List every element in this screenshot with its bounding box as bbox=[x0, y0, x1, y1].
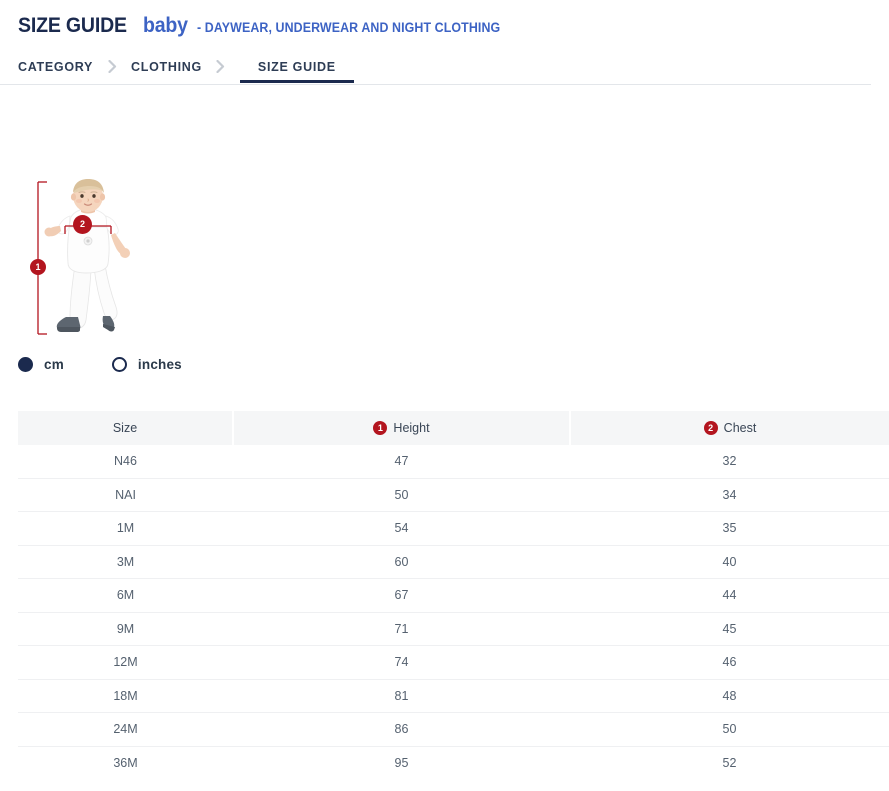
breadcrumb-item-category[interactable]: CATEGORY bbox=[18, 50, 93, 83]
cell-chest: 35 bbox=[570, 512, 889, 546]
table-row[interactable]: 18M 81 48 bbox=[18, 679, 889, 713]
column-header-height[interactable]: 1 Height bbox=[233, 411, 570, 445]
breadcrumb-item-clothing[interactable]: CLOTHING bbox=[131, 50, 202, 83]
cell-chest: 52 bbox=[570, 746, 889, 779]
table-row[interactable]: NAI 50 34 bbox=[18, 478, 889, 512]
table-row[interactable]: 12M 74 46 bbox=[18, 646, 889, 680]
cell-chest: 46 bbox=[570, 646, 889, 680]
table-row[interactable]: 6M 67 44 bbox=[18, 579, 889, 613]
cell-height: 54 bbox=[233, 512, 570, 546]
cell-size: N46 bbox=[18, 445, 233, 478]
cell-size: 6M bbox=[18, 579, 233, 613]
cell-chest: 50 bbox=[570, 713, 889, 747]
page-title-tagline: - DAYWEAR, UNDERWEAR AND NIGHT CLOTHING bbox=[197, 20, 500, 35]
cell-height: 71 bbox=[233, 612, 570, 646]
breadcrumb: CATEGORY CLOTHING SIZE GUIDE bbox=[0, 50, 871, 85]
cell-height: 60 bbox=[233, 545, 570, 579]
cell-chest: 32 bbox=[570, 445, 889, 478]
cell-size: 1M bbox=[18, 512, 233, 546]
cell-height: 86 bbox=[233, 713, 570, 747]
table-body: N46 47 32 NAI 50 34 1M 54 35 3M 60 40 6M… bbox=[18, 445, 889, 779]
cell-size: 36M bbox=[18, 746, 233, 779]
column-header-chest[interactable]: 2 Chest bbox=[570, 411, 889, 445]
cell-size: 3M bbox=[18, 545, 233, 579]
cell-height: 74 bbox=[233, 646, 570, 680]
chevron-right-icon-2 bbox=[202, 50, 240, 83]
cell-height: 67 bbox=[233, 579, 570, 613]
column-header-height-label: Height bbox=[393, 421, 429, 435]
baby-illustration: 1 2 bbox=[18, 179, 168, 339]
cell-height: 81 bbox=[233, 679, 570, 713]
page-title-main: SIZE GUIDE bbox=[18, 14, 127, 38]
unit-label-inches: inches bbox=[138, 357, 182, 372]
cell-chest: 44 bbox=[570, 579, 889, 613]
table-header: Size 1 Height 2 Chest bbox=[18, 411, 889, 445]
unit-selector: cm inches bbox=[18, 357, 182, 372]
table-row[interactable]: 1M 54 35 bbox=[18, 512, 889, 546]
column-header-chest-label: Chest bbox=[724, 421, 757, 435]
breadcrumb-item-size-guide[interactable]: SIZE GUIDE bbox=[240, 50, 354, 83]
cell-chest: 40 bbox=[570, 545, 889, 579]
cell-size: 12M bbox=[18, 646, 233, 680]
unit-option-cm[interactable]: cm bbox=[18, 357, 64, 372]
table-row[interactable]: 24M 86 50 bbox=[18, 713, 889, 747]
page-title-category: baby bbox=[143, 14, 188, 38]
table-header-row: Size 1 Height 2 Chest bbox=[18, 411, 889, 445]
height-badge-icon: 1 bbox=[373, 421, 387, 435]
measurement-marker-1: 1 bbox=[30, 259, 46, 275]
measurement-figure-area: 1 2 bbox=[0, 91, 889, 353]
cell-height: 47 bbox=[233, 445, 570, 478]
chevron-right-icon bbox=[93, 50, 131, 83]
cell-chest: 45 bbox=[570, 612, 889, 646]
page-title: SIZE GUIDE baby - DAYWEAR, UNDERWEAR AND… bbox=[18, 14, 889, 38]
cell-size: 24M bbox=[18, 713, 233, 747]
size-guide-table: Size 1 Height 2 Chest N46 47 32 bbox=[18, 411, 889, 779]
column-header-size[interactable]: Size bbox=[18, 411, 233, 445]
unit-option-inches[interactable]: inches bbox=[112, 357, 182, 372]
page-header: SIZE GUIDE baby - DAYWEAR, UNDERWEAR AND… bbox=[0, 0, 889, 38]
cell-size: 9M bbox=[18, 612, 233, 646]
cell-chest: 48 bbox=[570, 679, 889, 713]
radio-cm-icon[interactable] bbox=[18, 357, 33, 372]
measurement-marker-2: 2 bbox=[73, 215, 92, 234]
chest-badge-icon: 2 bbox=[704, 421, 718, 435]
unit-label-cm: cm bbox=[44, 357, 64, 372]
cell-height: 50 bbox=[233, 478, 570, 512]
table-row[interactable]: N46 47 32 bbox=[18, 445, 889, 478]
column-header-size-label: Size bbox=[113, 421, 137, 435]
cell-size: 18M bbox=[18, 679, 233, 713]
radio-inches-icon[interactable] bbox=[112, 357, 127, 372]
table-row[interactable]: 9M 71 45 bbox=[18, 612, 889, 646]
table-row[interactable]: 36M 95 52 bbox=[18, 746, 889, 779]
cell-height: 95 bbox=[233, 746, 570, 779]
cell-size: NAI bbox=[18, 478, 233, 512]
cell-chest: 34 bbox=[570, 478, 889, 512]
table-row[interactable]: 3M 60 40 bbox=[18, 545, 889, 579]
